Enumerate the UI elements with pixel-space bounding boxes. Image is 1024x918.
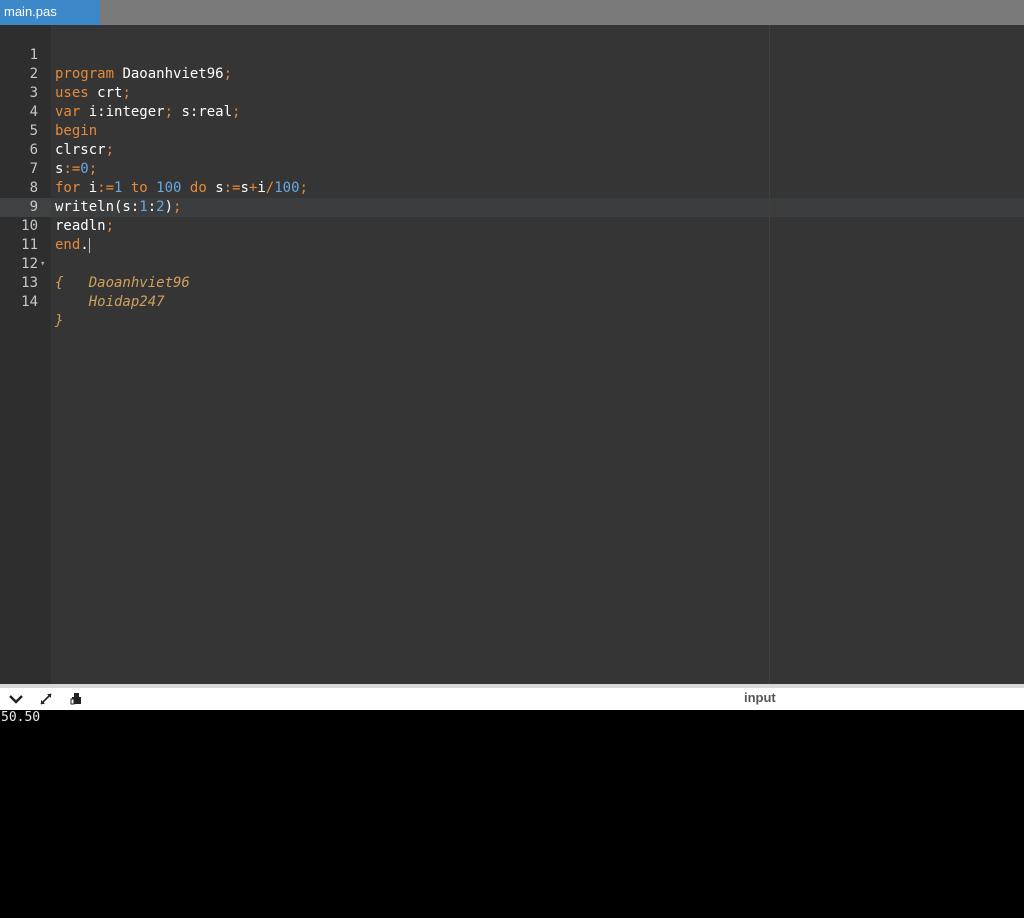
console-toolbar: input <box>0 688 1024 710</box>
expand-icon[interactable] <box>38 691 56 709</box>
line-number: 14 <box>21 294 38 310</box>
code-line: 12 Daoanhviet96 <box>0 236 1024 291</box>
console-output-line: 50.50 <box>1 710 41 725</box>
code-line: 7 for i:=1 to 100 do s:=s+i/100; <box>0 141 1024 196</box>
code-line-active: 10 end. <box>0 198 1024 253</box>
comment-token: Hoidap247 <box>55 294 165 310</box>
code-text: Hoidap247 <box>55 293 165 312</box>
comment-token: } <box>55 313 64 329</box>
code-line: 1 program Daoanhviet96; <box>0 27 1024 82</box>
tab-bar: main.pas <box>0 0 1024 25</box>
code-line: 11 ▾ { <box>0 217 1024 291</box>
code-line: 8 writeln(s:1:2); <box>0 160 1024 215</box>
code-line: 5 clrscr; <box>0 103 1024 158</box>
output-console[interactable]: 50.50 <box>0 710 1024 918</box>
code-line: 13 Hoidap247 <box>0 255 1024 310</box>
chevron-down-icon[interactable] <box>8 691 26 709</box>
code-line: 2 uses crt; <box>0 46 1024 101</box>
code-text: } <box>55 312 63 331</box>
code-line: 3 var i:integer; s:real; <box>0 65 1024 120</box>
code-line: 14 } <box>0 274 1024 329</box>
code-line: 9 readln; <box>0 179 1024 234</box>
code-line: 6 s:=0; <box>0 122 1024 177</box>
tab-main-pas[interactable]: main.pas <box>0 0 100 25</box>
input-label[interactable]: input <box>744 690 776 705</box>
clear-console-icon[interactable] <box>68 691 86 709</box>
code-line: 4 begin <box>0 84 1024 139</box>
code-editor[interactable]: 1 program Daoanhviet96; 2 uses crt; 3 va… <box>0 25 1024 684</box>
